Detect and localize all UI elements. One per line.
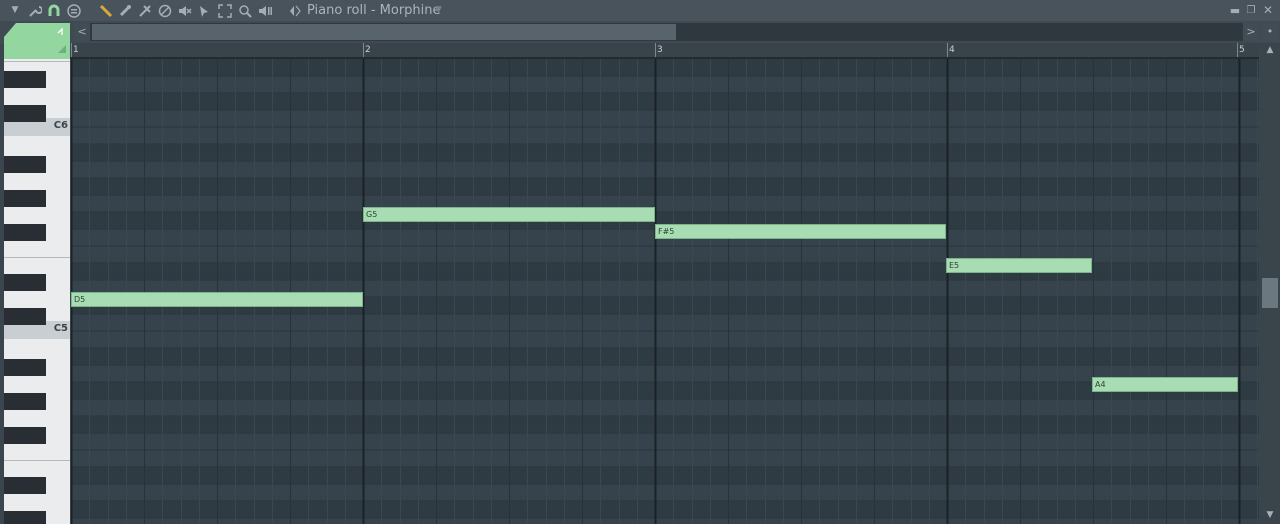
grid-row bbox=[71, 433, 1259, 450]
side-menu-icon[interactable]: • bbox=[1262, 23, 1278, 41]
title-dropdown-icon[interactable]: ▼ bbox=[435, 0, 442, 21]
grid-row bbox=[71, 467, 1259, 484]
black-key[interactable] bbox=[4, 359, 46, 376]
grid-row bbox=[71, 518, 1259, 524]
note-a4[interactable]: A4 bbox=[1092, 377, 1238, 392]
black-key[interactable] bbox=[4, 274, 46, 291]
grid-row bbox=[71, 314, 1259, 331]
key-divider bbox=[4, 257, 70, 258]
window-title: Piano roll - Morphine bbox=[307, 3, 441, 18]
key-divider bbox=[4, 61, 70, 62]
black-key[interactable] bbox=[4, 477, 46, 494]
minimize-icon[interactable]: ▬ bbox=[1228, 0, 1242, 21]
grid-row bbox=[71, 348, 1259, 365]
grid-row bbox=[71, 161, 1259, 178]
horizontal-scroll-thumb[interactable] bbox=[92, 24, 676, 40]
grid-row bbox=[71, 484, 1259, 501]
select-icon[interactable] bbox=[197, 0, 213, 21]
delete-icon[interactable] bbox=[157, 0, 173, 21]
zoom-icon[interactable] bbox=[237, 0, 253, 21]
scroll-up-button[interactable]: ▲ bbox=[1262, 43, 1278, 57]
ruler-bar-3: 3 bbox=[657, 45, 663, 55]
grid-row bbox=[71, 110, 1259, 127]
note-g5[interactable]: G5 bbox=[363, 207, 655, 222]
note-d5[interactable]: D5 bbox=[71, 292, 363, 307]
stamp-icon[interactable] bbox=[66, 0, 82, 21]
key-divider bbox=[4, 460, 70, 461]
note-e5[interactable]: E5 bbox=[946, 258, 1092, 273]
grid-row bbox=[71, 365, 1259, 382]
note-f-sharp-5[interactable]: F#5 bbox=[655, 224, 946, 239]
arrow-icon[interactable] bbox=[287, 0, 303, 21]
ruler-bar-1: 1 bbox=[73, 45, 79, 55]
black-key[interactable] bbox=[4, 427, 46, 444]
grid-row bbox=[71, 195, 1259, 212]
grid-row bbox=[71, 382, 1259, 399]
paintbrush-icon[interactable] bbox=[117, 0, 133, 21]
grid-row bbox=[71, 331, 1259, 348]
mute-icon[interactable] bbox=[177, 0, 193, 21]
vertical-scroll-thumb[interactable] bbox=[1262, 278, 1278, 308]
ruler-tick bbox=[1237, 43, 1238, 57]
scroll-right-button[interactable]: > bbox=[1243, 23, 1259, 41]
black-key[interactable] bbox=[4, 224, 46, 241]
scroll-left-button[interactable]: < bbox=[74, 23, 90, 41]
title-bar: ▼ Piano roll - Morphine ▼ ▬ ❐ ✕ bbox=[0, 0, 1280, 22]
grid-row bbox=[71, 501, 1259, 518]
wrench-icon[interactable] bbox=[27, 0, 43, 21]
grid-row bbox=[71, 144, 1259, 161]
magnet-icon[interactable] bbox=[46, 0, 62, 21]
black-key[interactable] bbox=[4, 393, 46, 410]
ruler-tick bbox=[655, 43, 656, 57]
ruler-bar-5: 5 bbox=[1239, 45, 1245, 55]
playback-icon[interactable] bbox=[257, 0, 273, 21]
restore-icon[interactable]: ❐ bbox=[1244, 0, 1258, 21]
ruler-tick bbox=[947, 43, 948, 57]
slice-icon[interactable] bbox=[137, 0, 153, 21]
black-key[interactable] bbox=[4, 156, 46, 173]
grid-row bbox=[71, 416, 1259, 433]
close-icon[interactable]: ✕ bbox=[1261, 0, 1275, 21]
black-key[interactable] bbox=[4, 190, 46, 207]
black-key[interactable] bbox=[4, 71, 46, 88]
black-key[interactable] bbox=[4, 511, 46, 524]
bar-ruler[interactable] bbox=[70, 43, 1259, 59]
grid-row bbox=[71, 450, 1259, 467]
ruler-tick bbox=[363, 43, 364, 57]
black-key[interactable] bbox=[4, 105, 46, 122]
c6-label: C6 bbox=[53, 120, 68, 131]
black-key[interactable] bbox=[4, 308, 46, 325]
tool-selector[interactable] bbox=[4, 23, 70, 59]
grid-row bbox=[71, 127, 1259, 144]
grid-row bbox=[71, 93, 1259, 110]
fullscreen-icon[interactable] bbox=[217, 0, 233, 21]
piano-keyboard[interactable]: C6 C5 bbox=[4, 59, 70, 524]
menu-arrow-icon[interactable]: ▼ bbox=[8, 0, 22, 21]
scroll-down-button[interactable]: ▼ bbox=[1262, 508, 1278, 522]
grid-row bbox=[71, 178, 1259, 195]
c5-label: C5 bbox=[53, 323, 68, 334]
ruler-bar-2: 2 bbox=[365, 45, 371, 55]
piano-roll-window: ▼ Piano roll - Morphine ▼ ▬ ❐ ✕ < > • 1 … bbox=[0, 0, 1280, 524]
ruler-tick bbox=[71, 43, 72, 57]
grid-row bbox=[71, 399, 1259, 416]
grid-row bbox=[71, 59, 1259, 76]
pencil-icon[interactable] bbox=[98, 0, 114, 21]
grid-row bbox=[71, 76, 1259, 93]
ruler-bar-4: 4 bbox=[949, 45, 955, 55]
